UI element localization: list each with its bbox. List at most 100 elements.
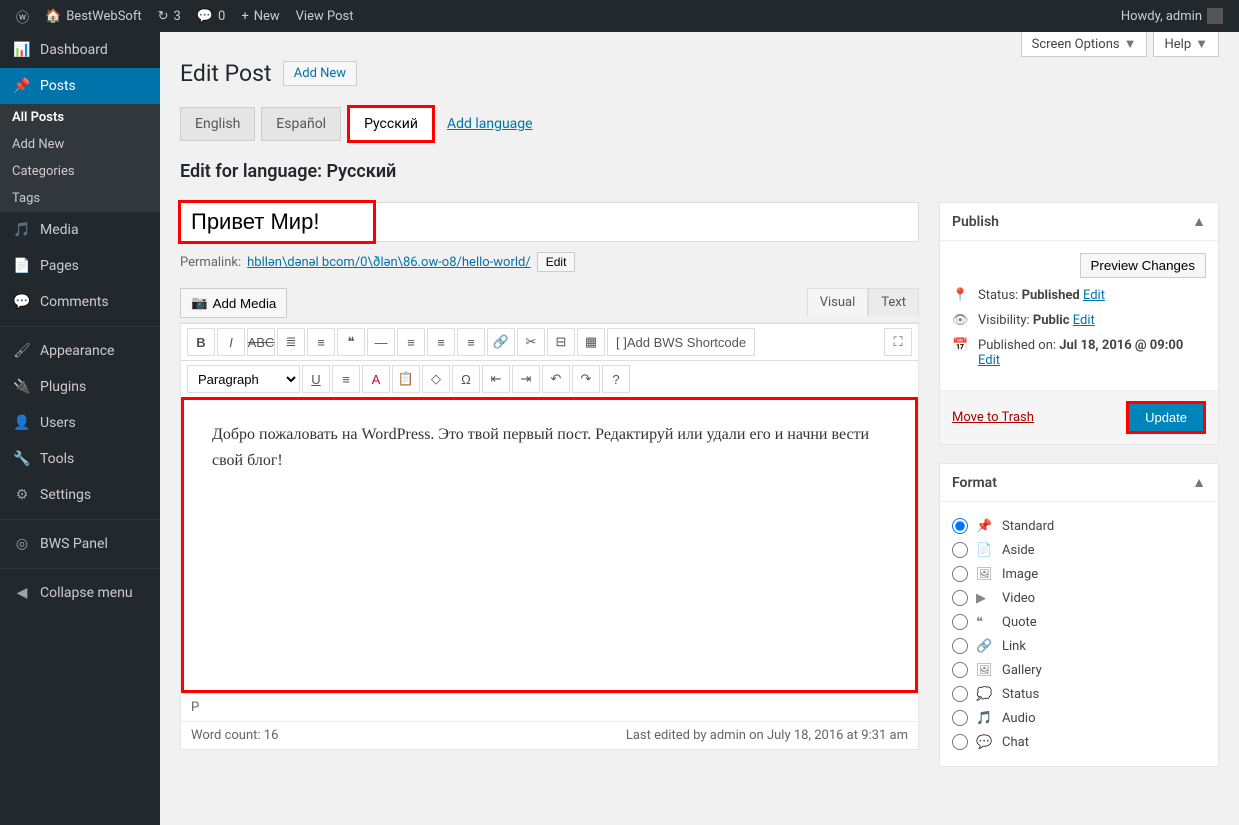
format-audio[interactable]: 🎵Audio (952, 706, 1206, 730)
help-icon-button[interactable]: ? (602, 365, 630, 393)
help-button[interactable]: Help ▼ (1153, 32, 1219, 57)
format-quote[interactable]: ❝Quote (952, 610, 1206, 634)
format-status-radio[interactable] (952, 686, 968, 702)
format-standard[interactable]: 📌Standard (952, 514, 1206, 538)
format-gallery-radio[interactable] (952, 662, 968, 678)
updates-link[interactable]: ↻3 (150, 0, 189, 32)
indent-button[interactable]: ⇥ (512, 365, 540, 393)
paragraph-select[interactable]: Paragraph (187, 365, 300, 393)
format-video-radio[interactable] (952, 590, 968, 606)
collapse-menu[interactable]: ◀Collapse menu (0, 575, 160, 611)
move-to-trash-link[interactable]: Move to Trash (952, 410, 1034, 425)
blockquote-button[interactable]: ❝ (337, 328, 365, 356)
menu-plugins[interactable]: 🔌Plugins (0, 369, 160, 405)
submenu-all-posts[interactable]: All Posts (0, 104, 160, 131)
format-image[interactable]: 🖼Image (952, 562, 1206, 586)
add-media-button[interactable]: 📷Add Media (180, 288, 287, 318)
underline-button[interactable]: U (302, 365, 330, 393)
menu-bws-panel[interactable]: ◎BWS Panel (0, 526, 160, 562)
align-right-button[interactable]: ≡ (457, 328, 485, 356)
site-home[interactable]: 🏠BestWebSoft (37, 0, 150, 32)
menu-users[interactable]: 👤Users (0, 405, 160, 441)
read-more-button[interactable]: ⊟ (547, 328, 575, 356)
align-center-button[interactable]: ≡ (427, 328, 455, 356)
text-color-button[interactable]: A (362, 365, 390, 393)
menu-posts-label: Posts (40, 78, 76, 94)
visual-tab[interactable]: Visual (807, 288, 869, 316)
menu-pages[interactable]: 📄Pages (0, 248, 160, 284)
special-char-button[interactable]: Ω (452, 365, 480, 393)
comments-link[interactable]: 💬0 (189, 0, 234, 32)
hr-button[interactable]: — (367, 328, 395, 356)
menu-comments[interactable]: 💬Comments (0, 284, 160, 320)
format-status[interactable]: 💭Status (952, 682, 1206, 706)
format-image-radio[interactable] (952, 566, 968, 582)
align-left-button[interactable]: ≡ (397, 328, 425, 356)
admin-menu: 📊Dashboard 📌Posts All Posts Add New Cate… (0, 32, 160, 825)
collapse-icon: ◀ (12, 583, 32, 603)
format-link[interactable]: 🔗Link (952, 634, 1206, 658)
add-language-link[interactable]: Add language (447, 116, 533, 132)
clear-format-button[interactable]: ◇ (422, 365, 450, 393)
format-aside[interactable]: 📄Aside (952, 538, 1206, 562)
tab-spanish[interactable]: Español (261, 107, 341, 141)
menu-tools[interactable]: 🔧Tools (0, 441, 160, 477)
content-editor[interactable]: Добро пожаловать на WordPress. Это твой … (181, 397, 918, 693)
format-video[interactable]: ▶Video (952, 586, 1206, 610)
submenu-add-new[interactable]: Add New (0, 131, 160, 158)
submenu-tags[interactable]: Tags (0, 185, 160, 212)
bold-button[interactable]: B (187, 328, 215, 356)
screen-options-button[interactable]: Screen Options ▼ (1021, 32, 1148, 57)
post-title-input[interactable] (180, 202, 919, 242)
link-button[interactable]: 🔗 (487, 328, 515, 356)
view-post-link[interactable]: View Post (288, 0, 362, 32)
format-chat[interactable]: 💬Chat (952, 730, 1206, 754)
submenu-categories[interactable]: Categories (0, 158, 160, 185)
undo-button[interactable]: ↶ (542, 365, 570, 393)
add-new-button[interactable]: Add New (283, 61, 357, 86)
format-link-radio[interactable] (952, 638, 968, 654)
bullet-list-button[interactable]: ≣ (277, 328, 305, 356)
menu-appearance[interactable]: 🖌Appearance (0, 333, 160, 369)
toolbar-toggle-button[interactable]: ▦ (577, 328, 605, 356)
camera-icon: 📷 (191, 295, 208, 311)
edit-visibility-link[interactable]: Edit (1073, 313, 1095, 328)
update-button[interactable]: Update (1126, 401, 1206, 434)
format-video-label: Video (1002, 591, 1035, 606)
redo-button[interactable]: ↷ (572, 365, 600, 393)
edit-date-link[interactable]: Edit (978, 353, 1000, 368)
menu-settings[interactable]: ⚙Settings (0, 477, 160, 513)
unlink-button[interactable]: ✂ (517, 328, 545, 356)
plug-icon: 🔌 (12, 377, 32, 397)
format-quote-radio[interactable] (952, 614, 968, 630)
preview-changes-button[interactable]: Preview Changes (1080, 253, 1206, 278)
bws-shortcode-button[interactable]: [ ]Add BWS Shortcode (607, 328, 755, 356)
new-link[interactable]: +New (233, 0, 287, 32)
menu-media[interactable]: 🎵Media (0, 212, 160, 248)
text-tab[interactable]: Text (868, 288, 919, 316)
format-aside-radio[interactable] (952, 542, 968, 558)
tab-english[interactable]: English (180, 107, 255, 141)
menu-posts[interactable]: 📌Posts (0, 68, 160, 104)
italic-button[interactable]: I (217, 328, 245, 356)
format-chat-radio[interactable] (952, 734, 968, 750)
format-standard-radio[interactable] (952, 518, 968, 534)
wp-logo[interactable]: ⓦ (8, 0, 37, 32)
last-edited-info: Last edited by admin on July 18, 2016 at… (626, 728, 908, 743)
account-link[interactable]: Howdy, admin (1113, 0, 1231, 32)
number-list-button[interactable]: ≡ (307, 328, 335, 356)
strikethrough-button[interactable]: ABC (247, 328, 275, 356)
format-audio-radio[interactable] (952, 710, 968, 726)
outdent-button[interactable]: ⇤ (482, 365, 510, 393)
menu-dashboard[interactable]: 📊Dashboard (0, 32, 160, 68)
publish-heading[interactable]: Publish▲ (940, 203, 1218, 241)
fullscreen-button[interactable]: ⛶ (884, 328, 912, 356)
format-gallery[interactable]: 🖼Gallery (952, 658, 1206, 682)
permalink-url[interactable]: hbllən\dənəl bcom/0\ðlən\86.ow-o8/hello-… (247, 255, 531, 270)
tab-russian[interactable]: Русский (347, 105, 435, 143)
format-heading[interactable]: Format▲ (940, 464, 1218, 502)
justify-button[interactable]: ≡ (332, 365, 360, 393)
edit-permalink-button[interactable]: Edit (537, 252, 576, 272)
paste-text-button[interactable]: 📋 (392, 365, 420, 393)
edit-status-link[interactable]: Edit (1083, 288, 1105, 303)
